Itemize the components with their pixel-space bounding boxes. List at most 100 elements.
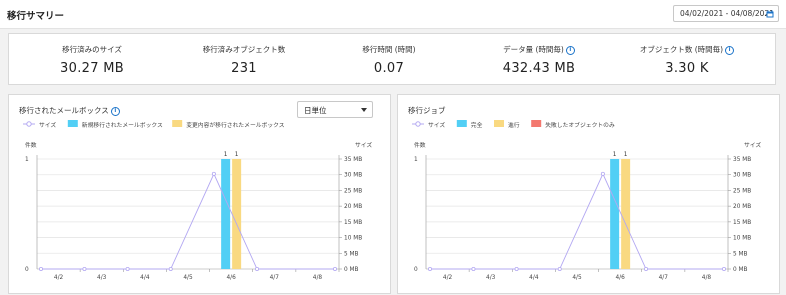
metric-data-per-hour: データ量 (時間毎) i 432.43 MB	[464, 34, 614, 86]
metric-label-text: データ量 (時間毎)	[503, 45, 564, 54]
date-range-text: 04/02/2021 - 04/08/2021	[680, 9, 774, 18]
size-point	[125, 266, 130, 271]
bar	[610, 159, 620, 269]
right-tick-label: 25 MB	[344, 188, 362, 194]
legend-label: サイズ	[39, 121, 56, 129]
x-tick-label: 4/5	[183, 275, 193, 281]
x-tick-label: 4/2	[54, 275, 64, 281]
right-tick-label: 15 MB	[344, 220, 362, 226]
metric-value: 231	[231, 61, 257, 76]
metric-label-text: 移行済みオブジェクト数	[202, 45, 286, 54]
page-title: 移行サマリー	[7, 11, 65, 22]
left-tick-label: 0	[25, 267, 29, 273]
right-tick-label: 25 MB	[733, 188, 751, 194]
bar	[221, 159, 231, 269]
bar-data-label: 1	[224, 152, 228, 158]
right-tick-label: 30 MB	[733, 173, 751, 179]
bar-data-label: 1	[235, 152, 239, 158]
jobs-panel: サイズ 完全 進行 失敗したオブジェクトのみ 件数 サイズ 35 MB 30 MB 25 MB 2…	[397, 94, 780, 294]
metric-migration-time: 移行時間 (時間) 0.07	[314, 34, 464, 86]
metric-label: 移行済みオブジェクト数	[169, 44, 319, 55]
size-point	[211, 171, 216, 176]
x-tick-label: 4/3	[97, 275, 107, 281]
mailboxes-panel: サイズ 新規移行されたメールボックス 変更内容が移行されたメールボックス 件数 サイズ 3…	[8, 94, 391, 294]
summary-panel: 移行済みのサイズ 30.27 MB 移行済みオブジェクト数 231 移行時間 (…	[8, 33, 776, 85]
left-tick-label: 1	[25, 157, 29, 163]
legend-label: 失敗したオブジェクトのみ	[545, 121, 615, 129]
info-icon[interactable]: i	[725, 46, 735, 55]
legend-swatch	[494, 120, 504, 127]
right-tick-label: 15 MB	[733, 220, 751, 226]
x-tick-label: 4/8	[702, 275, 712, 281]
metric-migrated-objects: 移行済みオブジェクト数 231	[169, 34, 319, 86]
size-point	[38, 266, 43, 271]
right-axis-label: サイズ	[355, 141, 372, 149]
metric-value: 30.27 MB	[60, 61, 124, 76]
size-point	[427, 266, 432, 271]
metric-value: 3.30 K	[665, 61, 709, 76]
metric-label-text: 移行時間 (時間)	[362, 45, 416, 54]
x-tick-label: 4/6	[226, 275, 236, 281]
metric-value: 0.07	[373, 61, 405, 76]
date-range-picker[interactable]: 04/02/2021 - 04/08/2021	[673, 5, 779, 22]
chevron-down-icon	[361, 108, 367, 112]
size-line	[430, 172, 724, 270]
size-point	[471, 266, 476, 271]
x-tick-label: 4/3	[486, 275, 496, 281]
right-tick-label: 10 MB	[344, 236, 362, 242]
right-tick-label: 0 MB	[344, 267, 359, 273]
legend-swatch	[67, 120, 78, 127]
legend-label: 新規移行されたメールボックス	[82, 121, 163, 129]
right-tick-label: 20 MB	[344, 204, 362, 210]
x-tick-label: 4/8	[313, 275, 323, 281]
metric-value: 432.43 MB	[502, 61, 576, 76]
metric-label: 移行済みのサイズ	[17, 44, 167, 55]
metric-label: オブジェクト数 (時間毎) i	[612, 44, 762, 55]
right-tick-label: 10 MB	[733, 236, 751, 242]
metric-label-text: 移行済みのサイズ	[62, 45, 122, 54]
size-point	[168, 266, 173, 271]
bar	[621, 159, 631, 269]
info-icon[interactable]: i	[565, 46, 575, 55]
bar-data-label: 1	[624, 152, 628, 158]
x-tick-label: 4/7	[270, 275, 280, 281]
right-tick-label: 30 MB	[344, 173, 362, 179]
x-tick-label: 4/2	[443, 275, 453, 281]
size-point	[82, 266, 87, 271]
metric-objects-per-hour: オブジェクト数 (時間毎) i 3.30 K	[612, 34, 762, 86]
x-tick-label: 4/4	[529, 275, 539, 281]
panel-title: 移行ジョブ	[408, 106, 446, 115]
left-tick-label: 0	[414, 267, 418, 273]
legend-swatch	[531, 120, 542, 127]
size-line	[41, 172, 335, 270]
size-point	[600, 171, 605, 176]
info-icon[interactable]: i	[110, 107, 120, 116]
x-tick-label: 4/7	[659, 275, 669, 281]
legend-label: サイズ	[428, 121, 445, 129]
granularity-select[interactable]: 日単位	[297, 101, 373, 118]
size-point	[721, 266, 726, 271]
jobs-chart: サイズ 完全 進行 失敗したオブジェクトのみ件数 サイズ 35 MB 30 MB 25 MB 2…	[412, 120, 761, 281]
size-point	[332, 266, 337, 271]
right-tick-label: 35 MB	[733, 157, 751, 163]
legend-swatch	[456, 120, 467, 127]
bar	[232, 159, 242, 269]
right-tick-label: 5 MB	[344, 251, 359, 257]
calendar-icon	[766, 10, 774, 18]
right-tick-label: 0 MB	[733, 267, 748, 273]
size-point	[557, 266, 562, 271]
legend-swatch	[172, 120, 183, 127]
left-axis-label: 件数	[414, 141, 426, 149]
size-point	[644, 266, 649, 271]
metric-migrated-size: 移行済みのサイズ 30.27 MB	[17, 34, 167, 86]
panel-title: 移行されたメールボックス i	[19, 105, 120, 116]
x-tick-label: 4/6	[615, 275, 625, 281]
mailboxes-chart: サイズ 新規移行されたメールボックス 変更内容が移行されたメールボックス件数 サイズ 3…	[23, 120, 372, 281]
metric-label: 移行時間 (時間)	[314, 44, 464, 55]
legend-label: 完全	[471, 121, 483, 129]
size-point	[514, 266, 519, 271]
metric-label: データ量 (時間毎) i	[464, 44, 614, 55]
right-tick-label: 35 MB	[344, 157, 362, 163]
legend-label: 変更内容が移行されたメールボックス	[186, 121, 285, 129]
left-tick-label: 1	[414, 157, 418, 163]
